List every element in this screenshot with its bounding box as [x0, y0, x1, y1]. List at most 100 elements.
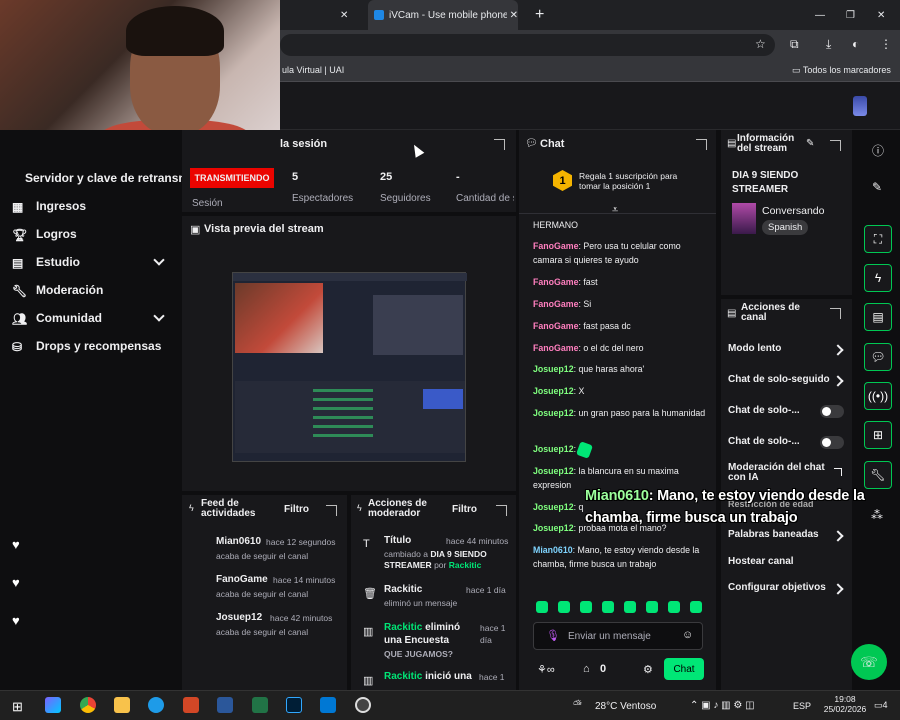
pencil-icon[interactable]: ✎	[806, 138, 814, 149]
popout-icon[interactable]	[496, 505, 507, 516]
chat-message: FanoGame: o el dc del nero	[533, 343, 644, 353]
popout-icon[interactable]	[830, 308, 841, 319]
new-tab-button[interactable]: +	[535, 0, 544, 30]
emote-icon	[576, 440, 594, 459]
ai-moderation-item[interactable]: Moderación del chat con IA	[728, 463, 832, 483]
emote-only-item: Chat de solo-...	[728, 436, 800, 447]
layout-button[interactable]: ⊞	[864, 421, 892, 449]
tab-close-icon[interactable]: ✕	[510, 10, 518, 21]
emote-icon[interactable]	[668, 601, 680, 613]
sidebar-header[interactable]: Servidor y clave de retransm	[25, 171, 189, 185]
download-icon[interactable]: ⤓	[826, 37, 831, 52]
chat-send-button[interactable]: Chat	[664, 658, 704, 680]
emote-icon[interactable]	[580, 601, 592, 613]
goals-item[interactable]: Configurar objetivos	[728, 582, 826, 593]
word-icon[interactable]	[217, 697, 233, 713]
all-bookmarks[interactable]: ▭ Todos los marcadores	[792, 65, 891, 76]
emote-icon[interactable]	[624, 601, 636, 613]
powerpoint-icon[interactable]	[183, 697, 199, 713]
mod-action-title: Rackitic	[384, 584, 423, 595]
photoshop-icon[interactable]	[286, 697, 302, 713]
tab-close-icon[interactable]: ✕	[340, 0, 348, 30]
followers-only-item[interactable]: Chat de solo-seguido	[728, 374, 830, 385]
category-name[interactable]: Conversando	[762, 205, 824, 217]
clip-icon: ⛶	[873, 231, 883, 246]
store-icon[interactable]	[320, 697, 336, 713]
sidebar-item-ingresos[interactable]: ▦ Ingresos	[12, 199, 86, 214]
feed-filter-button[interactable]: Filtro	[284, 504, 309, 515]
obs-icon[interactable]	[355, 697, 371, 713]
popout-icon[interactable]	[830, 140, 841, 151]
file-explorer-icon[interactable]	[114, 697, 130, 713]
subs-only-toggle[interactable]	[820, 405, 844, 418]
popout-icon[interactable]	[326, 505, 337, 516]
host-channel-item[interactable]: Hostear canal	[728, 556, 794, 567]
tab-ivcam[interactable]: iVCam - Use mobile phone as a ✕	[368, 0, 518, 30]
support-chat-button[interactable]: ☏	[851, 644, 887, 680]
mic-icon[interactable]: 🎙︎	[546, 629, 560, 642]
info-icon[interactable]: ⓘ	[872, 142, 884, 159]
feed-user[interactable]: FanoGame	[216, 574, 268, 585]
sidebar-item-estudio[interactable]: ▤ Estudio	[12, 255, 80, 270]
stream-title: DIA 9 SIENDO STREAMER	[732, 170, 799, 195]
raid-button[interactable]: ϟ	[864, 264, 892, 292]
chat-button[interactable]: 💬︎	[864, 343, 892, 371]
copilot-icon[interactable]	[45, 697, 61, 713]
weather-text[interactable]: 28°C Ventoso	[595, 701, 656, 712]
subs-only-item: Chat de solo-...	[728, 405, 800, 416]
windows-start-icon[interactable]: ⊞	[12, 699, 23, 715]
clock[interactable]: 19:08 25/02/2026	[824, 694, 867, 714]
menu-icon[interactable]: ⋮	[880, 37, 892, 51]
notification-icon[interactable]: ▭4	[874, 700, 888, 711]
feed-user[interactable]: Mian0610	[216, 536, 261, 547]
sidebar-item-comunidad[interactable]: 👥︎ Comunidad	[12, 311, 102, 326]
gear-icon[interactable]: ⚙	[643, 663, 653, 676]
emote-icon[interactable]	[602, 601, 614, 613]
chrome-icon[interactable]	[80, 697, 96, 713]
sidebar-item-moderacion[interactable]: 🔧︎ Moderación	[12, 283, 103, 298]
language-indicator[interactable]: ESP	[793, 701, 811, 711]
sidebar-item-logros[interactable]: 🏆︎ Logros	[12, 227, 77, 242]
clip-button[interactable]: ⛶	[864, 225, 892, 253]
bookmark-link[interactable]: ula Virtual | UAI	[282, 65, 344, 75]
popout-icon[interactable]	[494, 139, 505, 150]
bolt-icon: ϟ	[189, 503, 194, 513]
edge-icon[interactable]	[148, 697, 164, 713]
chat-input[interactable]: 🎙︎ Enviar un mensaje ☺	[533, 622, 703, 650]
notes-button[interactable]: ▤	[864, 303, 892, 331]
sub-promo[interactable]: Regala 1 suscripción para tomar la posic…	[579, 171, 691, 191]
maximize-button[interactable]: ❐	[846, 0, 855, 30]
url-input[interactable]	[280, 34, 775, 56]
points-icon[interactable]: ⚘∞	[537, 663, 555, 676]
external-link-icon[interactable]	[834, 468, 842, 476]
minimize-button[interactable]: —	[815, 0, 825, 30]
banned-words-item[interactable]: Palabras baneadas	[728, 529, 819, 540]
feed-user[interactable]: Josuep12	[216, 612, 262, 623]
emote-icon[interactable]	[536, 601, 548, 613]
avatar[interactable]	[853, 96, 867, 116]
broadcast-button[interactable]: ((•))	[864, 382, 892, 410]
sidebar-item-drops[interactable]: ⛁ Drops y recompensas	[12, 339, 161, 354]
extensions-icon[interactable]: ⧉	[790, 37, 799, 52]
store-icon[interactable]: ⌂	[583, 663, 590, 675]
emote-icon[interactable]	[646, 601, 658, 613]
emote-icon[interactable]	[558, 601, 570, 613]
category-thumbnail[interactable]	[732, 203, 756, 234]
emoji-icon[interactable]: ☺	[682, 629, 693, 641]
pencil-icon[interactable]: ✎	[872, 180, 882, 194]
collapse-icon[interactable]: ⩡	[612, 204, 618, 217]
preview-title: Vista previa del stream	[204, 223, 324, 235]
tag-pill[interactable]: Spanish	[762, 220, 809, 235]
excel-icon[interactable]	[252, 697, 268, 713]
profile-icon[interactable]: ◐	[852, 37, 859, 51]
emote-only-toggle[interactable]	[820, 436, 844, 449]
slow-mode-item[interactable]: Modo lento	[728, 343, 781, 354]
stream-preview-video[interactable]	[232, 272, 467, 462]
tray-icons[interactable]: ⌃ ▣ ♪ ▥ ⚙ ◫	[690, 700, 755, 711]
emote-icon[interactable]	[690, 601, 702, 613]
close-window-button[interactable]: ✕	[877, 0, 885, 30]
popout-icon[interactable]	[696, 139, 707, 150]
bookmark-star-icon[interactable]: ☆	[755, 37, 766, 51]
mod-filter-button[interactable]: Filtro	[452, 504, 477, 515]
session-title: la sesión	[280, 138, 328, 150]
